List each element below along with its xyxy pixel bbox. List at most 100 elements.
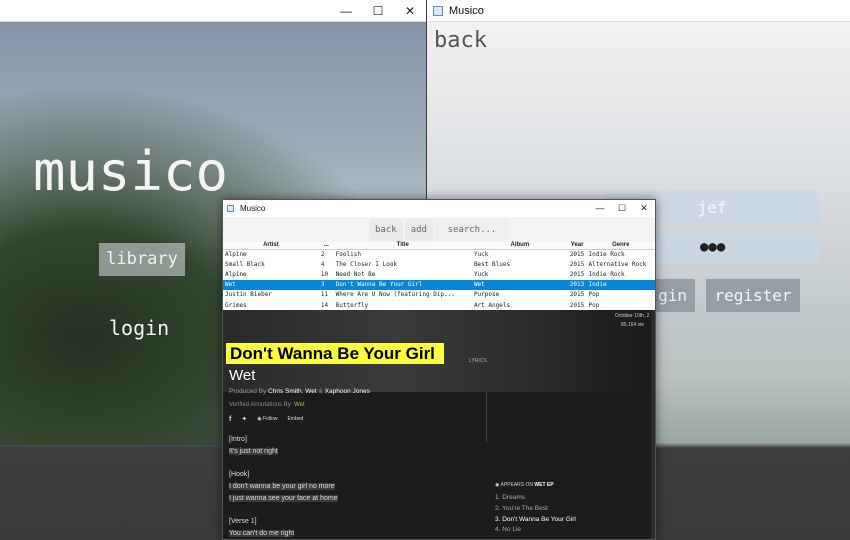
- producer-link[interactable]: Chris Smith: [268, 388, 302, 395]
- verified-by-link[interactable]: Wet: [294, 402, 305, 408]
- library-button[interactable]: library: [99, 243, 185, 276]
- table-cell: Small Black: [225, 260, 265, 268]
- producer-link[interactable]: Wet: [305, 388, 316, 395]
- titlebar-main: Musico — ☐ ✕: [223, 200, 655, 217]
- table-cell: Wet: [223, 279, 319, 290]
- table-cell: Alternative Rock: [588, 260, 647, 268]
- close-icon[interactable]: ✕: [394, 0, 426, 22]
- table-cell: 2015: [569, 260, 585, 268]
- login-button[interactable]: login: [109, 316, 169, 340]
- view-count: 85,164 vie: [621, 322, 645, 328]
- table-cell: Justin Bieber: [225, 291, 272, 299]
- table-cell: 10: [320, 270, 329, 278]
- table-cell: 4: [320, 260, 325, 268]
- table-cell: The Closer I Look: [335, 260, 398, 268]
- app-icon: [227, 205, 234, 212]
- table-cell: Indie Rock: [588, 250, 625, 258]
- window-main: Musico — ☐ ✕ back add search... Artist..…: [222, 199, 656, 540]
- twitter-icon[interactable]: ✦: [241, 415, 247, 423]
- table-cell: 2015: [569, 301, 585, 309]
- track-item[interactable]: 1. Dreams: [495, 493, 576, 504]
- track-list: 1. Dreams 2. You're The Best 3. Don't Wann…: [495, 493, 576, 536]
- window-title: Musico: [449, 4, 484, 17]
- verified-label: Verified Annotations By: [229, 402, 291, 408]
- verified-annotations: Verified Annotations By: Wet: [229, 402, 305, 408]
- back-button[interactable]: back: [434, 28, 487, 53]
- table-row[interactable]: Alpine 2 Foolish Yuck 2015 Indie Rock: [223, 249, 655, 259]
- lyric-line[interactable]: You can't do me right: [229, 529, 295, 537]
- table-cell: Butterfly: [335, 301, 369, 309]
- artist-name[interactable]: Wet: [229, 367, 255, 384]
- facebook-icon[interactable]: f: [229, 416, 231, 423]
- table-cell: 2015: [569, 250, 585, 258]
- lyrics-lines: [Intro] It's just not right [Hook] I don't…: [229, 434, 338, 539]
- divider: [486, 392, 487, 442]
- track-item[interactable]: 2. You're The Best: [495, 504, 576, 515]
- table-cell: Alpine: [225, 250, 247, 258]
- follow-label: Follow: [262, 416, 278, 422]
- table-row[interactable]: Wet 3 Don't Wanna Be Your Girl Wet 2013 Indie: [223, 279, 655, 290]
- lyric-line: [Hook]: [229, 471, 250, 479]
- table-cell: Art Angels: [473, 301, 511, 309]
- table-cell: Don't Wanna Be Your Girl: [333, 279, 472, 290]
- songs-table: Artist... Title Album Year Genre Alpine 2 Fool…: [223, 242, 655, 310]
- table-cell: Grimes: [225, 301, 247, 309]
- follow-button[interactable]: ◉ Follow: [257, 416, 277, 422]
- table-cell: 14: [320, 301, 329, 309]
- lyric-line: [Verse 1]: [229, 517, 257, 525]
- table-cell: Foolish: [335, 250, 361, 258]
- maximize-icon[interactable]: ☐: [362, 0, 394, 22]
- search-input[interactable]: search...: [434, 218, 509, 241]
- lyric-line: [Intro]: [229, 436, 247, 443]
- table-row[interactable]: Grimes 14 Butterfly Art Angels 2015 Pop: [223, 300, 655, 310]
- add-button[interactable]: add: [404, 218, 433, 241]
- table-cell: Best Blues: [473, 260, 511, 268]
- table-row[interactable]: Small Black 4 The Closer I Look Best Blues 2…: [223, 259, 655, 269]
- column-header[interactable]: Year: [567, 242, 587, 250]
- table-cell: Indie Rock: [588, 270, 625, 278]
- table-cell: Pop: [588, 291, 600, 299]
- table-cell: Alpine: [225, 270, 247, 278]
- lyrics-panel: October 10th, 2 85,164 vie Don't Wanna B…: [223, 310, 655, 539]
- table-row[interactable]: Alpine 10 Need Not Be Yuck 2015 Indie Rock: [223, 269, 655, 279]
- back-button[interactable]: back: [369, 218, 403, 241]
- lyric-line[interactable]: I don't wanna be your girl no more: [229, 482, 335, 490]
- column-header[interactable]: ...: [318, 242, 334, 250]
- column-header[interactable]: Genre: [586, 242, 655, 250]
- eye-icon: ◉: [257, 416, 262, 422]
- column-header[interactable]: Artist: [223, 242, 319, 250]
- table-cell: 3: [318, 279, 334, 290]
- column-header[interactable]: Title: [333, 242, 472, 250]
- table-cell: 11: [320, 291, 329, 299]
- embed-button[interactable]: Embed: [287, 416, 303, 422]
- table-cell: Need Not Be: [335, 270, 376, 278]
- album-icon: ◉: [495, 482, 500, 488]
- scrollbar[interactable]: [651, 310, 655, 539]
- song-title: Don't Wanna Be Your Girl: [226, 343, 444, 364]
- table-cell: Purpose: [473, 291, 500, 299]
- release-date: October 10th, 2: [615, 313, 650, 319]
- toolbar: back add search...: [223, 217, 655, 242]
- table-cell: 2013: [567, 279, 587, 290]
- table-cell: Yuck: [473, 250, 489, 258]
- table-row[interactable]: Justin Bieber 11 Where Are U Now (featurin…: [223, 290, 655, 300]
- lyric-line[interactable]: It's just not right: [229, 447, 278, 455]
- table-cell: 2015: [569, 270, 585, 278]
- appears-on-label: APPEARS ON: [500, 482, 534, 488]
- window-title: Musico: [240, 204, 266, 213]
- appears-on: ◉ APPEARS ON WET EP: [495, 482, 554, 488]
- minimize-icon[interactable]: —: [330, 0, 362, 22]
- produced-by-label: Produced By: [229, 388, 267, 395]
- lyric-line[interactable]: I just wanna see your face at home: [229, 494, 338, 502]
- app-title: musico: [33, 140, 229, 203]
- lyrics-label: LYRICS: [469, 358, 487, 364]
- table-cell: Wet: [471, 279, 568, 290]
- track-item[interactable]: 3. Don't Wanna Be Your Girl: [495, 515, 576, 526]
- producer-link[interactable]: Xaphoon Jones: [325, 388, 370, 395]
- track-item[interactable]: 4. No Lie: [495, 525, 576, 536]
- register-button[interactable]: register: [706, 279, 800, 312]
- appears-on-album[interactable]: WET EP: [534, 482, 553, 488]
- titlebar-right: Musico: [427, 0, 850, 22]
- table-cell: 2015: [569, 291, 585, 299]
- column-header[interactable]: Album: [471, 242, 568, 250]
